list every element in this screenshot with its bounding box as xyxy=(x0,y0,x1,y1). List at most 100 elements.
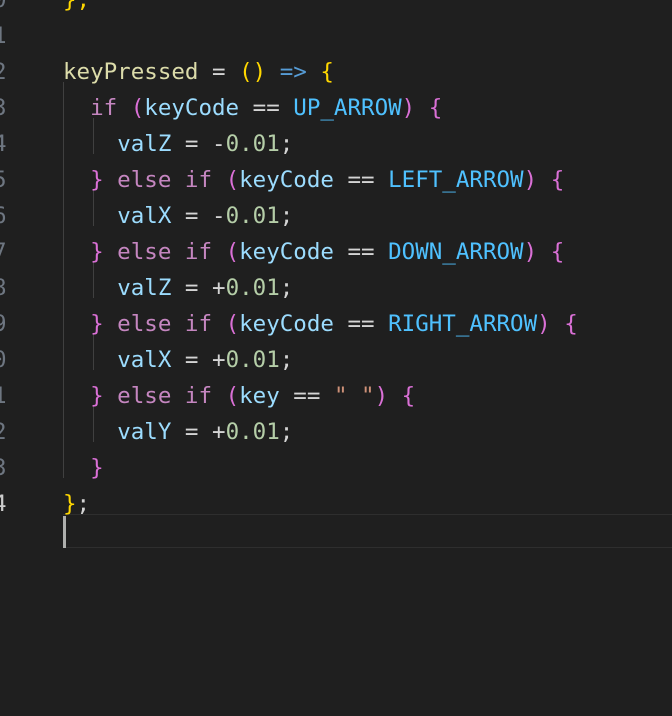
code-token: ( xyxy=(130,95,145,121)
code-token: }; xyxy=(63,0,91,13)
code-token: ( xyxy=(225,311,240,337)
code-editor[interactable]: 012345678901234 }; keyPressed = () => { i… xyxy=(0,0,672,716)
code-token: { xyxy=(550,239,565,265)
line-number: 6 xyxy=(0,198,13,234)
code-token: keyPressed xyxy=(63,59,199,85)
code-line[interactable]: }; xyxy=(63,486,90,522)
code-token: } xyxy=(90,311,104,337)
code-token: keyCode xyxy=(239,311,334,337)
code-token: + xyxy=(212,275,226,301)
code-token: = xyxy=(171,347,213,373)
code-line[interactable]: valY = +0.01; xyxy=(63,414,293,450)
code-token: valX xyxy=(117,203,172,229)
code-token: == xyxy=(333,311,389,337)
line-number: 0 xyxy=(0,342,13,378)
code-token: ) xyxy=(374,383,389,409)
code-token: keyCode xyxy=(239,239,334,265)
code-token: { xyxy=(401,383,416,409)
line-number: 3 xyxy=(0,90,13,126)
code-token: ( xyxy=(225,239,240,265)
code-token: == xyxy=(333,167,389,193)
code-token: ; xyxy=(279,347,294,373)
code-token: { xyxy=(428,95,443,121)
code-token: + xyxy=(212,419,226,445)
code-token: () xyxy=(239,59,267,85)
code-token: - xyxy=(212,131,226,157)
code-line[interactable]: } xyxy=(63,450,104,486)
code-line[interactable]: } else if (keyCode == DOWN_ARROW) { xyxy=(63,234,564,270)
code-token: 0.01 xyxy=(225,419,280,445)
code-token: " " xyxy=(333,383,375,409)
code-token: ( xyxy=(225,383,240,409)
line-number: 8 xyxy=(0,270,13,306)
text-cursor xyxy=(63,516,66,548)
code-token: ) xyxy=(523,167,538,193)
code-line[interactable]: } else if (keyCode == LEFT_ARROW) { xyxy=(63,162,564,198)
code-token: == xyxy=(239,95,294,121)
line-number: 1 xyxy=(0,18,13,54)
code-token: key xyxy=(239,383,280,409)
code-token: { xyxy=(550,167,565,193)
code-line[interactable]: } else if (key == " ") { xyxy=(63,378,415,414)
code-token: UP_ARROW xyxy=(293,95,402,121)
code-token: ) xyxy=(401,95,416,121)
code-token: DOWN_ARROW xyxy=(388,239,524,265)
code-line[interactable]: if (keyCode == UP_ARROW) { xyxy=(63,90,442,126)
code-token: == xyxy=(333,239,389,265)
code-token: = xyxy=(171,275,213,301)
code-line[interactable]: valX = -0.01; xyxy=(63,198,293,234)
code-token: ; xyxy=(279,275,294,301)
code-token: } xyxy=(90,455,104,481)
code-token: = xyxy=(171,419,213,445)
code-line[interactable]: }; xyxy=(63,0,90,18)
line-number: 5 xyxy=(0,162,13,198)
code-token: } xyxy=(63,491,77,517)
line-number-gutter: 012345678901234 xyxy=(0,0,30,716)
code-token: else if xyxy=(103,311,226,337)
code-token: else if xyxy=(103,167,226,193)
code-token: LEFT_ARROW xyxy=(388,167,524,193)
code-token: valZ xyxy=(117,131,172,157)
code-line[interactable]: valZ = +0.01; xyxy=(63,270,293,306)
line-number: 4 xyxy=(0,486,13,522)
code-token: keyCode xyxy=(239,167,334,193)
code-token: 0.01 xyxy=(225,203,280,229)
code-token: valY xyxy=(117,419,172,445)
line-number: 1 xyxy=(0,378,13,414)
code-line[interactable]: valX = +0.01; xyxy=(63,342,293,378)
code-token: valZ xyxy=(117,275,172,301)
code-line[interactable]: valZ = -0.01; xyxy=(63,126,293,162)
code-token: - xyxy=(212,203,226,229)
code-token: { xyxy=(564,311,578,337)
code-token: ; xyxy=(279,203,294,229)
line-number: 4 xyxy=(0,126,13,162)
code-token: = xyxy=(171,131,213,157)
line-number: 2 xyxy=(0,414,13,450)
line-number: 3 xyxy=(0,450,13,486)
code-token: } xyxy=(90,167,104,193)
code-line[interactable]: keyPressed = () => { xyxy=(63,54,334,90)
code-token: } xyxy=(90,239,104,265)
code-line[interactable]: } else if (keyCode == RIGHT_ARROW) { xyxy=(63,306,578,342)
code-token: else if xyxy=(103,383,226,409)
code-token: ; xyxy=(76,491,91,517)
code-area[interactable]: }; keyPressed = () => { if (keyCode == UP… xyxy=(63,0,672,716)
code-token: RIGHT_ARROW xyxy=(388,311,538,337)
line-number: 9 xyxy=(0,306,13,342)
code-token: valX xyxy=(117,347,172,373)
code-token: ; xyxy=(279,131,294,157)
code-token: } xyxy=(90,383,104,409)
code-token: = xyxy=(198,59,240,85)
code-token: ( xyxy=(225,167,240,193)
